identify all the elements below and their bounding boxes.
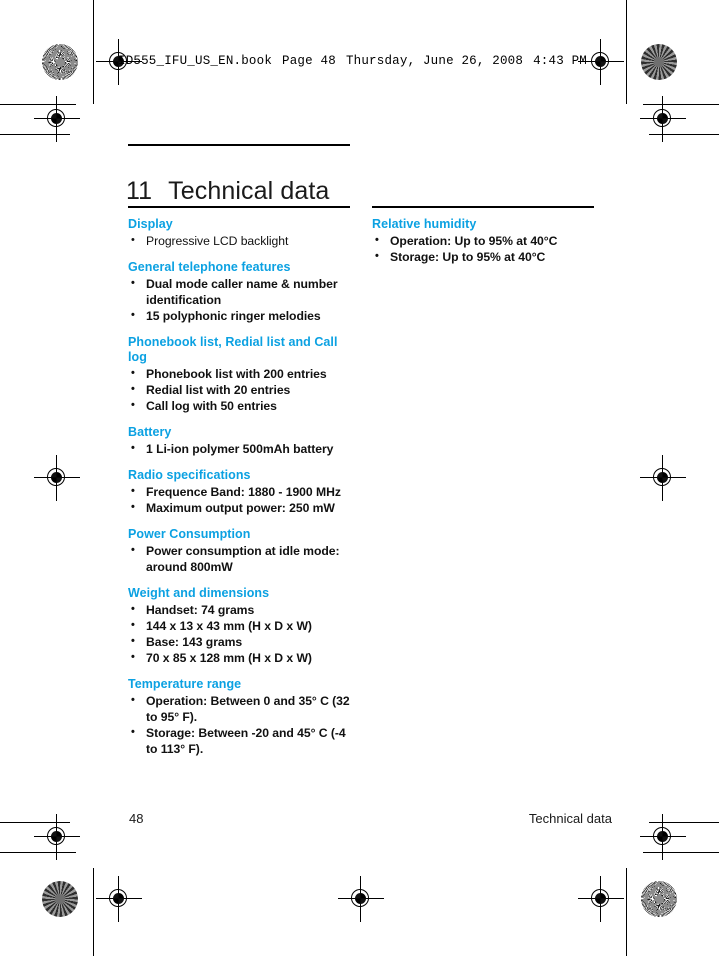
spec-list-item: Dual mode caller name & number identific… <box>128 275 350 308</box>
spec-list-item: Progressive LCD backlight <box>128 232 350 249</box>
running-header: ID555_IFU_US_EN.book Page 48 Thursday, Jun… <box>118 54 587 68</box>
spec-list-item: Frequence Band: 1880 - 1900 MHz <box>128 483 350 500</box>
column-rule-left <box>128 206 350 208</box>
spec-group-heading: Phonebook list, Redial list and Call log <box>128 335 338 364</box>
runhead-filename: ID555_IFU_US_EN.book <box>118 54 273 68</box>
spec-group-heading: Relative humidity <box>372 217 477 231</box>
footer-page-number: 48 <box>129 811 144 826</box>
chapter-number: 11 <box>126 176 153 205</box>
spec-list-item: 15 polyphonic ringer melodies <box>128 307 350 324</box>
spec-group: Power ConsumptionPower consumption at id… <box>128 527 350 575</box>
spec-group: General telephone featuresDual mode call… <box>128 260 350 324</box>
spec-list-item: Call log with 50 entries <box>128 397 350 414</box>
document-page: ID555_IFU_US_EN.book Page 48 Thursday, Jun… <box>0 0 719 956</box>
spec-list-item: Power consumption at idle mode: around 8… <box>128 542 350 575</box>
spec-list-item: Storage: Between -20 and 45° C (-4 to 11… <box>128 724 350 757</box>
spec-list: 1 Li-ion polymer 500mAh battery <box>128 440 350 457</box>
spec-group-heading: Weight and dimensions <box>128 586 270 600</box>
spec-group-heading: Battery <box>128 425 172 439</box>
spec-group: DisplayProgressive LCD backlight <box>128 217 350 249</box>
runhead-time: 4:43 PM <box>533 54 588 68</box>
spec-list: Operation: Between 0 and 35° C (32 to 95… <box>128 692 350 757</box>
spec-list: Operation: Up to 95% at 40°CStorage: Up … <box>372 232 594 265</box>
spec-group: Weight and dimensionsHandset: 74 grams14… <box>128 586 350 666</box>
spec-list-item: Operation: Up to 95% at 40°C <box>372 232 594 249</box>
footer-section-title: Technical data <box>528 811 612 826</box>
chapter-rule <box>128 144 350 146</box>
spec-list-item: 1 Li-ion polymer 500mAh battery <box>128 440 350 457</box>
spec-list-item: 144 x 13 x 43 mm (H x D x W) <box>128 617 350 634</box>
spec-list: Dual mode caller name & number identific… <box>128 275 350 324</box>
runhead-page-label: Page 48 <box>282 54 336 68</box>
spec-group-heading: Power Consumption <box>128 527 251 541</box>
spec-list-item: Handset: 74 grams <box>128 601 350 618</box>
spec-list-item: Redial list with 20 entries <box>128 381 350 398</box>
spec-list-item: 70 x 85 x 128 mm (H x D x W) <box>128 649 350 666</box>
spec-list: Progressive LCD backlight <box>128 232 350 249</box>
spec-group-heading: Display <box>128 217 173 231</box>
spec-group-heading: Temperature range <box>128 677 242 691</box>
spec-group-heading: General telephone features <box>128 260 291 274</box>
spec-list: Power consumption at idle mode: around 8… <box>128 542 350 575</box>
spec-list-item: Operation: Between 0 and 35° C (32 to 95… <box>128 692 350 725</box>
column-rule-right <box>372 206 594 208</box>
spec-group: Relative humidityOperation: Up to 95% at… <box>372 217 594 265</box>
spec-column-left: DisplayProgressive LCD backlight General … <box>128 206 350 757</box>
runhead-date: Thursday, June 26, 2008 <box>345 54 524 68</box>
spec-group: Radio specificationsFrequence Band: 1880… <box>128 468 350 516</box>
chapter-title-text: Technical data <box>168 176 330 205</box>
spec-group: Battery1 Li-ion polymer 500mAh battery <box>128 425 350 457</box>
spec-list: Handset: 74 grams144 x 13 x 43 mm (H x D… <box>128 601 350 666</box>
spec-list-item: Base: 143 grams <box>128 633 350 650</box>
spec-list-item: Storage: Up to 95% at 40°C <box>372 248 594 265</box>
spec-list: Frequence Band: 1880 - 1900 MHzMaximum o… <box>128 483 350 516</box>
spec-group-heading: Radio specifications <box>128 468 251 482</box>
spec-list-item: Maximum output power: 250 mW <box>128 499 350 516</box>
spec-column-right: Relative humidityOperation: Up to 95% at… <box>372 206 594 265</box>
spec-group: Temperature rangeOperation: Between 0 an… <box>128 677 350 757</box>
spec-list-item: Phonebook list with 200 entries <box>128 365 350 382</box>
spec-group: Phonebook list, Redial list and Call log… <box>128 335 350 414</box>
spec-list: Phonebook list with 200 entriesRedial li… <box>128 365 350 414</box>
page-title: 11 Technical data <box>126 177 329 206</box>
